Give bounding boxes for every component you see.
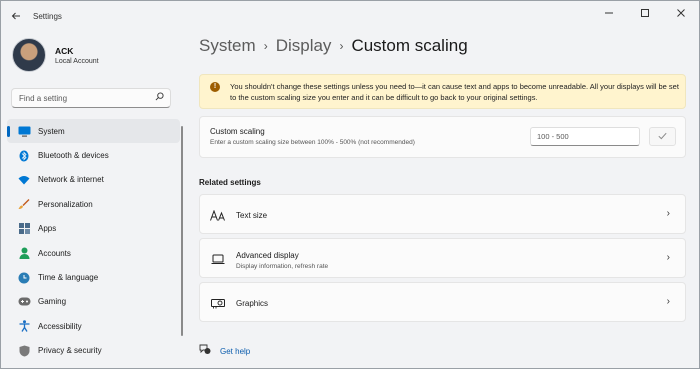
- search-input[interactable]: [12, 93, 147, 103]
- sidebar-item-label: Gaming: [38, 297, 67, 307]
- sidebar-item-time-language[interactable]: Time & language: [7, 265, 180, 289]
- back-arrow-icon[interactable]: [1, 1, 31, 31]
- graphics-card-icon: [210, 296, 226, 310]
- sidebar-item-label: Privacy & security: [38, 346, 102, 356]
- search-box[interactable]: [11, 88, 171, 108]
- sidebar-nav: System Bluetooth & devices Network & int…: [1, 119, 186, 363]
- settings-window: Settings ACK Local Account Find a settin…: [0, 0, 700, 369]
- graphics-row[interactable]: Graphics ›: [199, 282, 686, 322]
- warning-text: You shouldn't change these settings unle…: [230, 82, 679, 102]
- sidebar-item-apps[interactable]: Apps: [7, 217, 180, 241]
- custom-scaling-description: Enter a custom scaling size between 100%…: [210, 139, 415, 146]
- person-icon: [17, 246, 31, 260]
- sidebar-item-privacy-security[interactable]: Privacy & security: [7, 339, 180, 363]
- breadcrumb-system[interactable]: System: [199, 36, 256, 56]
- title-bar: Settings: [1, 1, 699, 31]
- sidebar-item-system[interactable]: System: [7, 119, 180, 144]
- window-controls: [591, 1, 699, 25]
- sidebar-item-label: Network & internet: [38, 175, 104, 185]
- custom-scaling-card: Custom scaling Enter a custom scaling si…: [199, 116, 686, 158]
- related-settings-heading: Related settings: [199, 178, 261, 187]
- text-size-title: Text size: [236, 211, 268, 220]
- help-icon: [199, 344, 213, 358]
- search-icon[interactable]: [155, 92, 164, 103]
- sidebar-item-accessibility[interactable]: Accessibility: [7, 314, 180, 338]
- minimize-icon[interactable]: [591, 1, 627, 25]
- sidebar-item-label: System: [38, 126, 65, 136]
- wifi-icon: [17, 173, 31, 187]
- sidebar-item-label: Apps: [38, 224, 57, 234]
- laptop-icon: [210, 252, 226, 266]
- close-icon[interactable]: [663, 1, 699, 25]
- warning-icon: !: [210, 82, 220, 92]
- sidebar-item-personalization[interactable]: Personalization: [7, 192, 180, 216]
- sidebar-scrollbar[interactable]: [181, 126, 183, 336]
- text-size-row[interactable]: Text size ›: [199, 194, 686, 234]
- bluetooth-icon: [17, 149, 31, 163]
- apps-icon: [17, 222, 31, 236]
- brush-icon: [17, 197, 31, 211]
- advanced-display-description: Display information, refresh rate: [236, 263, 329, 270]
- sidebar-item-label: Accounts: [38, 248, 71, 258]
- text-size-icon: [210, 208, 226, 222]
- chevron-right-icon: ›: [666, 252, 670, 263]
- sidebar-item-network[interactable]: Network & internet: [7, 168, 180, 192]
- page-title: Custom scaling: [351, 36, 468, 55]
- checkmark-icon: [658, 132, 667, 142]
- advanced-display-title: Advanced display: [236, 251, 299, 260]
- gamepad-icon: [17, 295, 31, 309]
- chevron-right-icon: ›: [666, 208, 670, 219]
- shield-icon: [17, 344, 31, 358]
- breadcrumb-separator-icon: ›: [339, 39, 344, 53]
- breadcrumb: System › Display › Custom scaling: [199, 36, 468, 56]
- profile-name: ACK: [55, 45, 74, 56]
- sidebar-item-label: Accessibility: [38, 321, 82, 331]
- accessibility-icon: [17, 319, 31, 333]
- apply-button[interactable]: [649, 127, 676, 146]
- profile-text: ACK Local Account: [55, 46, 99, 65]
- profile-account-type: Local Account: [55, 57, 99, 65]
- custom-scaling-input[interactable]: [530, 127, 640, 146]
- maximize-icon[interactable]: [627, 1, 663, 25]
- breadcrumb-display[interactable]: Display: [276, 36, 332, 56]
- sidebar-item-label: Personalization: [38, 199, 93, 209]
- avatar: [12, 38, 46, 72]
- graphics-title: Graphics: [236, 299, 269, 308]
- get-help-link[interactable]: Get help: [199, 344, 250, 358]
- sidebar-item-label: Time & language: [38, 273, 99, 283]
- breadcrumb-separator-icon: ›: [263, 39, 268, 53]
- warning-banner: ! You shouldn't change these settings un…: [199, 74, 686, 109]
- sidebar-item-label: Bluetooth & devices: [38, 151, 109, 161]
- chevron-right-icon: ›: [666, 296, 670, 307]
- sidebar-item-bluetooth[interactable]: Bluetooth & devices: [7, 143, 180, 167]
- advanced-display-row[interactable]: Advanced display Display information, re…: [199, 238, 686, 278]
- get-help-label[interactable]: Get help: [220, 347, 250, 356]
- custom-scaling-title: Custom scaling: [210, 127, 265, 136]
- monitor-icon: [17, 124, 31, 138]
- profile[interactable]: ACK Local Account: [12, 38, 99, 72]
- sidebar: ACK Local Account System Bluetooth & d: [1, 31, 186, 368]
- sidebar-item-accounts[interactable]: Accounts: [7, 241, 180, 265]
- main-content: System › Display › Custom scaling ! You …: [199, 31, 689, 368]
- globe-clock-icon: [17, 271, 31, 285]
- sidebar-item-gaming[interactable]: Gaming: [7, 290, 180, 314]
- app-title: Settings: [33, 11, 62, 21]
